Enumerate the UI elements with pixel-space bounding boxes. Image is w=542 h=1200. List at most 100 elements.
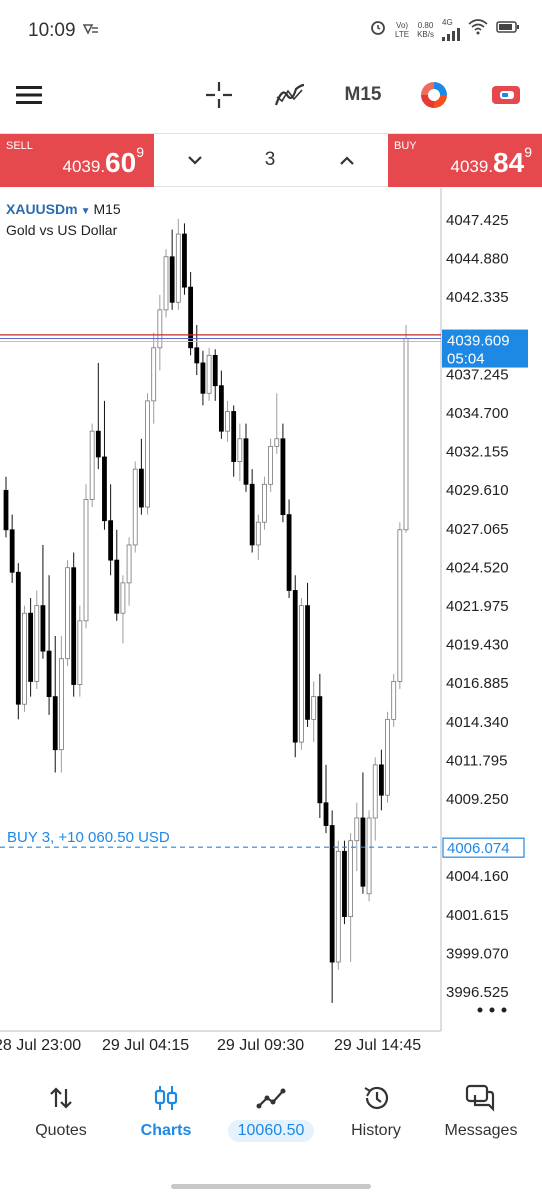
candle-body [249,483,255,546]
candle-body [397,529,403,682]
y-tick-label: 4019.430 [446,637,509,654]
nav-history[interactable]: History [322,1080,430,1150]
symbol-dropdown-icon[interactable]: ▼ [81,206,91,217]
candle-body [200,362,206,394]
more-horizontal-icon [477,1007,483,1013]
y-tick-label: 4004.160 [446,868,509,885]
candlestick-chart[interactable]: 4047.425 4044.880 4042.335 4037.245 4034.700… [0,188,542,1066]
nav-quotes[interactable]: Quotes [7,1080,115,1150]
candle-body [126,544,132,584]
candle-body [28,612,34,682]
more-horizontal-icon [489,1007,495,1013]
candle-body [138,468,144,508]
y-tick-label: 4016.885 [446,675,509,692]
lot-volume[interactable]: 3 [240,149,300,171]
candle-body [77,620,83,685]
hamburger-menu-icon[interactable] [12,78,46,112]
y-tick-label: 4011.795 [446,752,507,769]
y-tick-label: 4042.335 [446,289,509,306]
nav-messages[interactable]: Messages [427,1080,535,1150]
candle-body [323,802,329,826]
nav-trade[interactable]: 10060.50 [217,1080,325,1150]
candle-body [95,430,101,458]
candle-body [194,347,200,364]
y-tick-label: 4047.425 [446,212,509,229]
candle-body [15,571,21,705]
chevron-up-icon [340,156,354,165]
candle-body [218,385,224,432]
trade-toggle-icon[interactable] [488,78,524,112]
candle-body [366,817,372,895]
current-price-label: 4039.609 [447,333,510,350]
cast-icon [82,22,100,41]
y-tick-label: 3996.525 [446,984,509,1001]
y-tick-label: 3999.070 [446,945,509,962]
y-tick-label: 4021.975 [446,598,509,615]
x-tick-label: 29 Jul 09:30 [217,1037,304,1054]
candle-body [360,817,366,887]
lot-decrease-button[interactable] [180,146,210,176]
candle-body [354,817,360,842]
candle-body [22,612,27,705]
nav-label-charts: Charts [140,1122,192,1139]
lot-increase-button[interactable] [332,146,362,176]
candle-body [175,233,181,303]
nav-label-messages: Messages [444,1122,518,1139]
chart-area[interactable]: 4047.425 4044.880 4042.335 4037.245 4034.700… [0,188,542,1066]
candle-body [403,338,409,531]
candle-body [292,590,298,743]
candle-body [237,438,243,462]
candle-body [391,681,397,720]
candle-body [58,658,64,751]
x-tick-label: 29 Jul 14:45 [334,1037,421,1054]
battery-icon [496,20,520,39]
alarm-icon [369,18,387,41]
candle-body [120,582,126,614]
candle-body [372,764,378,819]
candle-body [157,309,163,349]
color-wheel-icon[interactable] [416,78,452,112]
candle-body [262,483,267,523]
candle-body [151,347,157,402]
sell-button[interactable]: SELL 4039. 60 9 [0,134,154,187]
symbol-header[interactable]: XAUUSDm ▼ M15 [6,201,121,217]
y-tick-label: 4037.245 [446,366,509,383]
candle-body [9,529,15,573]
candle-body [169,256,175,303]
candle-body [274,438,280,447]
one-click-trading-panel: SELL 4039. 60 9 3 BUY 4039. 84 9 [0,133,542,187]
candle-body [34,605,40,682]
y-tick-label: 4032.155 [446,444,509,461]
nav-label-history: History [351,1122,401,1139]
bottom-navigation: Quotes Charts 10060.50 History Messages [0,1066,542,1166]
messages-icon [427,1080,535,1116]
buy-price: 4039. 84 9 [450,144,533,178]
sell-label: SELL [6,140,33,152]
candle-body [268,445,274,485]
candle-body [89,430,95,500]
candle-body [3,489,9,531]
candle-body [329,825,335,963]
nav-charts[interactable]: Charts [112,1080,220,1150]
signal-icon: 4G [442,18,460,41]
sell-price: 4039. 60 9 [62,144,145,178]
y-tick-label: 4027.065 [446,521,509,538]
crosshair-icon[interactable] [202,78,236,112]
candle-body [206,354,212,394]
timeframe-button[interactable]: M15 [334,78,392,112]
candle-body [298,605,304,743]
candle-body [311,696,317,720]
position-price-label: 4006.074 [447,840,510,857]
symbol-timeframe: M15 [93,201,121,217]
candlesticks-icon [112,1080,220,1116]
arrows-updown-icon [7,1080,115,1116]
indicators-icon[interactable] [272,78,308,112]
candle-body [71,567,77,685]
candle-body [52,696,58,751]
y-tick-label: 4001.615 [446,907,509,924]
buy-button[interactable]: BUY 4039. 84 9 [388,134,542,187]
x-tick-label: 29 Jul 04:15 [102,1037,189,1054]
more-horizontal-icon [501,1007,507,1013]
speed-indicator: 0.80 KB/s [417,20,434,39]
candle-body [243,438,249,485]
